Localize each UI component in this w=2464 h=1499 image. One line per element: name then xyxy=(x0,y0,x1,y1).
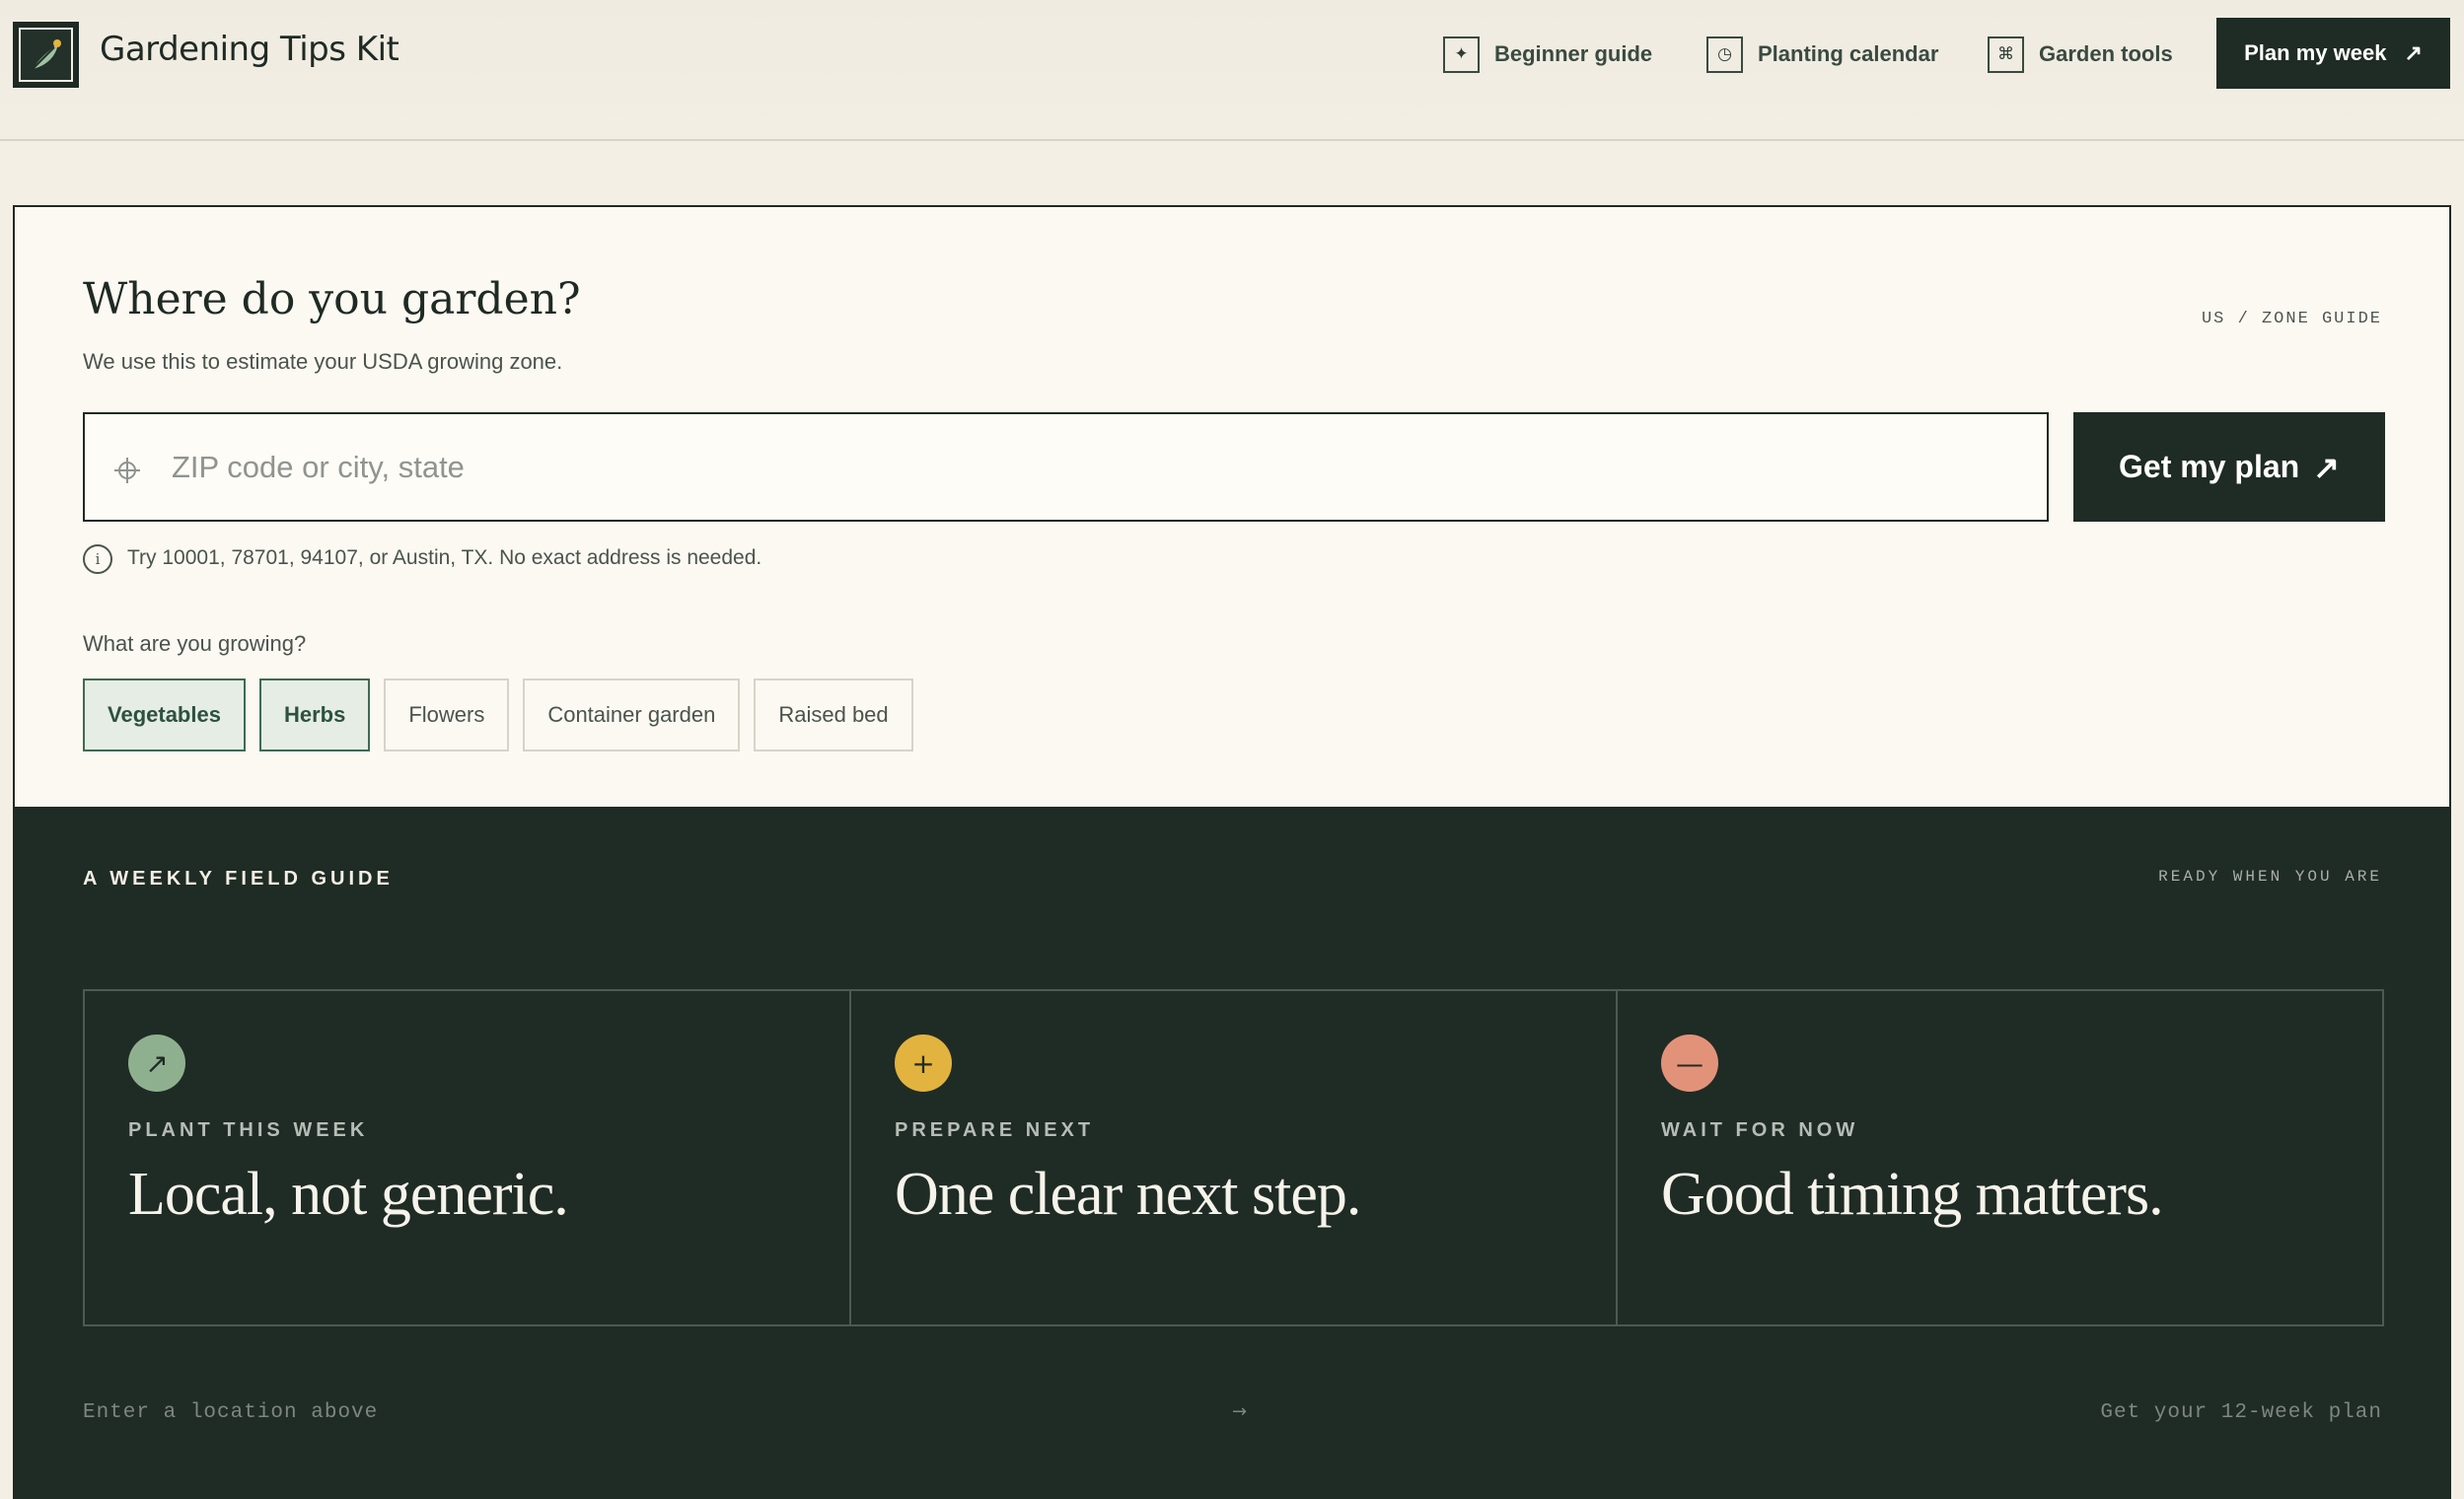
card-headline: Good timing matters. xyxy=(1661,1161,2164,1228)
plan-my-week-label: Plan my week xyxy=(2244,40,2387,65)
chip-vegetables[interactable]: Vegetables xyxy=(83,678,246,751)
nav-item-planting-calendar[interactable]: ◷ Planting calendar xyxy=(1706,35,1938,74)
arrow-up-right-icon: ↗ xyxy=(128,1035,185,1092)
sparkle-icon: ✦ xyxy=(1443,36,1480,73)
guide-cards: ↗ PLANT THIS WEEK Local, not generic. + … xyxy=(83,989,2384,1326)
crosshair-icon xyxy=(114,458,140,483)
card-kicker: PREPARE NEXT xyxy=(895,1119,1095,1141)
arrow-up-right-icon: ↗ xyxy=(2313,449,2340,485)
get-12-week-plan-link[interactable]: Get your 12-week plan xyxy=(2100,1401,2382,1424)
get-my-plan-label: Get my plan xyxy=(2119,449,2300,484)
arrow-right-icon: → xyxy=(1232,1401,1248,1422)
plus-icon: + xyxy=(895,1035,952,1092)
zone-guide-tag: US / ZONE GUIDE xyxy=(2201,310,2382,328)
nav-label: Planting calendar xyxy=(1758,41,1939,66)
brand-logo[interactable] xyxy=(13,22,79,88)
guide-card-prepare: + PREPARE NEXT One clear next step. xyxy=(851,991,1618,1324)
location-field[interactable] xyxy=(83,412,2049,522)
growing-options: Vegetables Herbs Flowers Container garde… xyxy=(83,678,913,751)
minus-icon: — xyxy=(1661,1035,1718,1092)
growing-label: What are you growing? xyxy=(83,631,307,656)
nav-item-garden-tools[interactable]: ⌘ Garden tools xyxy=(1988,35,2173,74)
nav-label: Garden tools xyxy=(2039,41,2173,66)
chip-raised-bed[interactable]: Raised bed xyxy=(754,678,913,751)
card-kicker: WAIT FOR NOW xyxy=(1661,1119,1859,1141)
leaf-icon xyxy=(19,28,73,82)
location-card: Where do you garden? We use this to esti… xyxy=(13,205,2451,807)
guide-card-wait: — WAIT FOR NOW Good timing matters. xyxy=(1618,991,2382,1324)
chip-herbs[interactable]: Herbs xyxy=(258,678,371,751)
clock-icon: ◷ xyxy=(1706,36,1743,73)
nav-item-beginner-guide[interactable]: ✦ Beginner guide xyxy=(1443,35,1652,74)
card-headline: Local, not generic. xyxy=(128,1161,569,1228)
card-headline: One clear next step. xyxy=(895,1161,1361,1228)
page-title: Where do you garden? xyxy=(83,274,581,324)
guide-card-plant: ↗ PLANT THIS WEEK Local, not generic. xyxy=(85,991,851,1324)
location-input[interactable] xyxy=(172,414,2026,520)
chip-container-garden[interactable]: Container garden xyxy=(523,678,741,751)
top-bar: Gardening Tips Kit ✦ Beginner guide ◷ Pl… xyxy=(0,0,2464,141)
nav-label: Beginner guide xyxy=(1494,41,1653,66)
location-subtitle: We use this to estimate your USDA growin… xyxy=(83,349,563,374)
get-my-plan-button[interactable]: Get my plan ↗ xyxy=(2073,412,2385,522)
location-hint: Try 10001, 78701, 94107, or Austin, TX. … xyxy=(127,546,762,569)
chip-flowers[interactable]: Flowers xyxy=(384,678,510,751)
weekly-field-guide: A WEEKLY FIELD GUIDE READY WHEN YOU ARE … xyxy=(13,807,2451,1499)
command-icon: ⌘ xyxy=(1988,36,2024,73)
card-kicker: PLANT THIS WEEK xyxy=(128,1119,369,1141)
guide-eyebrow: A WEEKLY FIELD GUIDE xyxy=(83,868,394,890)
arrow-up-right-icon: ↗ xyxy=(2404,40,2423,65)
guide-status: READY WHEN YOU ARE xyxy=(2158,868,2382,886)
brand-name[interactable]: Gardening Tips Kit xyxy=(100,30,399,69)
guide-footer-hint: Enter a location above xyxy=(83,1401,379,1424)
info-icon: i xyxy=(83,544,112,574)
plan-my-week-button[interactable]: Plan my week ↗ xyxy=(2216,18,2450,89)
